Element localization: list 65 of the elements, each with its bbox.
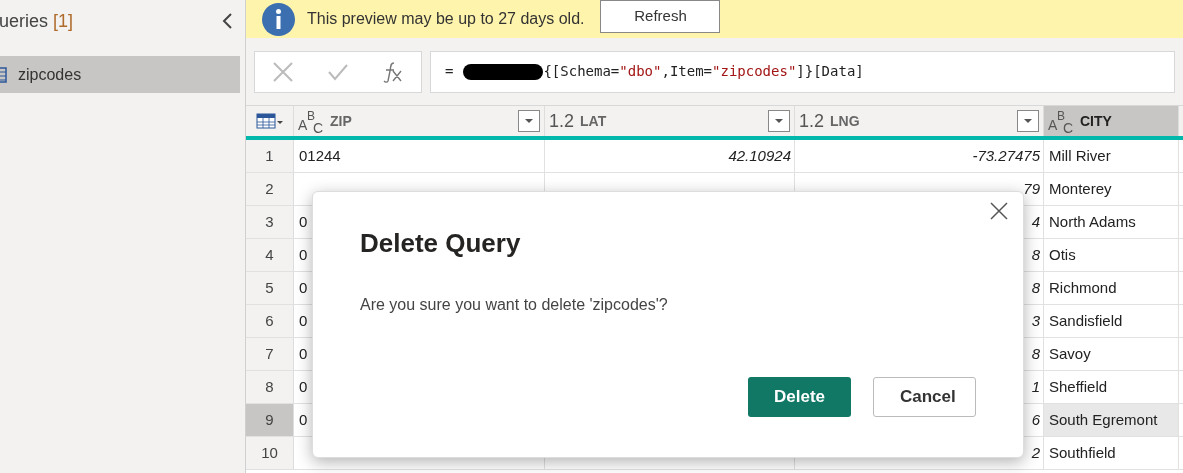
table-cell-text: Monterey xyxy=(1049,178,1112,199)
type-label: 1.2 xyxy=(549,109,575,133)
banner-message: This preview may be up to 27 days old. xyxy=(307,9,585,29)
table-cell-text: 0 xyxy=(299,310,308,331)
table-cell-text: South Egremont xyxy=(1049,409,1158,430)
row-number[interactable]: 6 xyxy=(246,305,294,337)
table-cell-text: Sandisfield xyxy=(1049,310,1123,331)
table-cell-text: 4 xyxy=(1031,211,1040,232)
info-icon xyxy=(262,2,295,36)
table-cell-text: -73.27475 xyxy=(972,145,1040,166)
dialog-message: Are you sure you want to delete 'zipcodes'? xyxy=(360,295,669,315)
dropdown-icon[interactable] xyxy=(518,110,540,132)
table-cell-text: 1 xyxy=(1031,376,1040,397)
table-cell-text: 0 xyxy=(299,343,308,364)
table-cell-text: 0 xyxy=(299,409,308,430)
formula-field[interactable]: = {[Schema="dbo",Item="zipcodes"]}[Data] xyxy=(430,50,1175,93)
row-number[interactable]: 4 xyxy=(246,239,294,271)
delete-button[interactable]: Delete xyxy=(747,377,851,417)
column-name: ZIP xyxy=(330,111,352,131)
refresh-button[interactable]: Refresh xyxy=(600,0,721,33)
table-cell-text: 8 xyxy=(1031,244,1040,265)
row-number[interactable]: 2 xyxy=(246,173,294,205)
table-cell-text: Southfield xyxy=(1049,442,1116,463)
row-number[interactable]: 3 xyxy=(246,206,294,238)
table-cell-text: Otis xyxy=(1049,244,1076,265)
dialog-title: Delete Query xyxy=(360,227,522,260)
table-cell-text: 3 xyxy=(1031,310,1040,331)
dropdown-icon[interactable] xyxy=(1017,110,1039,132)
table-cell-text: 0 xyxy=(299,211,308,232)
table-cell-text: 0 xyxy=(299,244,308,265)
table-cell-text: Richmond xyxy=(1049,277,1117,298)
collapse-icon[interactable] xyxy=(221,12,233,30)
table-cell-text: 42.10924 xyxy=(728,145,791,166)
table-cell-text: Mill River xyxy=(1049,145,1111,166)
row-number[interactable]: 9 xyxy=(246,404,294,436)
check-icon[interactable] xyxy=(327,62,349,81)
dropdown-icon[interactable] xyxy=(768,110,790,132)
table-cell-text: Sheffield xyxy=(1049,376,1108,397)
row-number[interactable]: 1 xyxy=(246,140,294,172)
close-icon[interactable] xyxy=(990,202,1008,220)
table-icon xyxy=(0,66,8,83)
column-name: LNG xyxy=(830,111,860,131)
table-cell-text: Savoy xyxy=(1049,343,1091,364)
table-cell-text: 8 xyxy=(1031,343,1040,364)
row-number[interactable]: 10 xyxy=(246,437,294,469)
column-name: LAT xyxy=(580,111,607,131)
table-cell-text: 0 xyxy=(299,376,308,397)
column-header[interactable]: 1.2 LNG xyxy=(795,106,1044,136)
table-cell-text: 0 xyxy=(299,277,308,298)
table-cell-text: 79 xyxy=(1023,178,1040,199)
row-number[interactable]: 8 xyxy=(246,371,294,403)
table-cell-text: 6 xyxy=(1031,409,1040,430)
table-cell-text: North Adams xyxy=(1049,211,1136,232)
table-cell-text: 2 xyxy=(1031,442,1040,463)
query-item[interactable]: zipcodes xyxy=(0,56,240,93)
row-number[interactable]: 7 xyxy=(246,338,294,370)
table-cell-text: 8 xyxy=(1031,277,1040,298)
row-number[interactable]: 5 xyxy=(246,272,294,304)
cancel-button[interactable]: Cancel xyxy=(873,377,976,417)
table-cell-text: 01244 xyxy=(299,145,341,166)
type-label: 1.2 xyxy=(799,109,825,133)
column-name: CITY xyxy=(1080,111,1112,131)
column-header[interactable]: 1.2 LAT xyxy=(545,106,795,136)
panel-title: ueries [1] xyxy=(0,9,74,33)
table-menu-icon[interactable] xyxy=(255,113,284,129)
